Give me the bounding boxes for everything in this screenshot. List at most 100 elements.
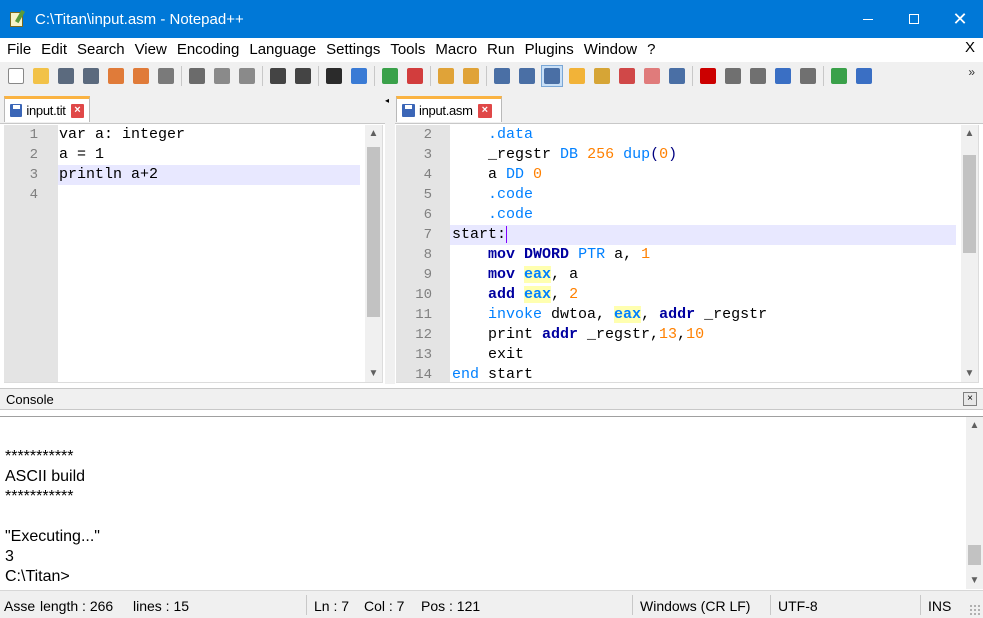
line-number: 8: [423, 247, 432, 263]
word-wrap-icon: [494, 68, 510, 84]
indent-guide-button[interactable]: [541, 65, 563, 87]
left-editor-scrollbar[interactable]: ▲ ▼: [365, 125, 382, 382]
show-all-characters-icon: [519, 68, 535, 84]
doc-map-button[interactable]: [566, 65, 588, 87]
new-file-button[interactable]: [5, 65, 27, 87]
code-token: a,: [605, 246, 642, 263]
sync-vertical-button[interactable]: [435, 65, 457, 87]
tab-close-icon[interactable]: ×: [477, 103, 492, 118]
scroll-thumb[interactable]: [968, 545, 981, 565]
close-icon: ✕: [952, 8, 968, 29]
menu-plugins[interactable]: Plugins: [520, 39, 579, 61]
save-macro-button[interactable]: [797, 65, 819, 87]
menu-tools[interactable]: Tools: [385, 39, 430, 61]
folder-workspace-button[interactable]: [641, 65, 663, 87]
run-button[interactable]: [828, 65, 850, 87]
run-macro-multiple-button[interactable]: [772, 65, 794, 87]
udl-button[interactable]: [616, 65, 638, 87]
plugin-icon: [856, 68, 872, 84]
code-line: exit: [452, 345, 524, 365]
code-line: end start: [452, 365, 533, 382]
record-macro-button[interactable]: [697, 65, 719, 87]
undo-button[interactable]: [267, 65, 289, 87]
menu-window[interactable]: Window: [579, 39, 642, 61]
menu-search[interactable]: Search: [72, 39, 130, 61]
close-document-button[interactable]: X: [965, 39, 975, 56]
view-splitter[interactable]: ◂: [385, 90, 395, 384]
print-button[interactable]: [155, 65, 177, 87]
line-number: 7: [423, 227, 432, 243]
code-token: 13: [659, 326, 678, 343]
zoom-out-button[interactable]: [404, 65, 426, 87]
scroll-down-icon[interactable]: ▼: [365, 365, 382, 382]
menu-run[interactable]: Run: [482, 39, 520, 61]
cut-button[interactable]: [186, 65, 208, 87]
scroll-thumb[interactable]: [963, 155, 976, 253]
monitoring-button[interactable]: [666, 65, 688, 87]
function-list-button[interactable]: [591, 65, 613, 87]
show-all-characters-button[interactable]: [516, 65, 538, 87]
record-macro-icon: [700, 68, 716, 84]
menu-language[interactable]: Language: [244, 39, 321, 61]
menu-view[interactable]: View: [130, 39, 172, 61]
save-button[interactable]: [55, 65, 77, 87]
scroll-down-icon[interactable]: ▼: [961, 365, 978, 382]
line-number: 9: [423, 267, 432, 283]
status-lines: lines : 15: [133, 598, 190, 614]
maximize-button[interactable]: [891, 0, 937, 38]
line-number: 14: [415, 367, 432, 383]
notepad-plus-plus-icon[interactable]: [9, 9, 27, 28]
cut-icon: [189, 68, 205, 84]
menu-settings[interactable]: Settings: [321, 39, 385, 61]
console-output[interactable]: ▲ ▼ *********** ASCII build *********** "Ex…: [0, 416, 983, 589]
toolbar-overflow-button[interactable]: »: [968, 65, 975, 79]
menu-file[interactable]: File: [2, 39, 36, 61]
console-scrollbar[interactable]: ▲ ▼: [966, 417, 983, 589]
scroll-thumb[interactable]: [367, 147, 380, 317]
menu-edit[interactable]: Edit: [36, 39, 72, 61]
close-icon: [108, 68, 124, 84]
right-editor-scrollbar[interactable]: ▲ ▼: [961, 125, 978, 382]
minimize-button[interactable]: [845, 0, 891, 38]
find-button[interactable]: [323, 65, 345, 87]
copy-button[interactable]: [211, 65, 233, 87]
code-line: println a+2: [59, 166, 159, 183]
console-close-icon[interactable]: ×: [963, 392, 977, 406]
zoom-in-button[interactable]: [379, 65, 401, 87]
paste-button[interactable]: [236, 65, 258, 87]
plugin-button[interactable]: [853, 65, 875, 87]
stop-macro-button[interactable]: [722, 65, 744, 87]
code-token: ,: [677, 326, 687, 343]
play-macro-button[interactable]: [747, 65, 769, 87]
save-all-button[interactable]: [80, 65, 102, 87]
close-all-button[interactable]: [130, 65, 152, 87]
close-window-button[interactable]: ✕: [937, 0, 983, 38]
code-token: dwtoa,: [542, 306, 615, 323]
open-file-icon: [33, 68, 49, 84]
scroll-down-icon[interactable]: ▼: [966, 572, 983, 589]
menu-encoding[interactable]: Encoding: [172, 39, 245, 61]
tab-input-asm[interactable]: input.asm ×: [396, 96, 502, 122]
left-editor[interactable]: ▲ ▼ 1 var a: integer 2 a = 1 3 println a+2 4: [4, 125, 383, 383]
replace-button[interactable]: [348, 65, 370, 87]
scroll-up-icon[interactable]: ▲: [961, 125, 978, 142]
scroll-up-icon[interactable]: ▲: [365, 125, 382, 142]
menu-macro[interactable]: Macro: [430, 39, 482, 61]
scroll-up-icon[interactable]: ▲: [966, 417, 983, 434]
right-editor[interactable]: ▲ ▼ 2 .data 3 _regstr DB 256 dup(0) 4 a DD…: [396, 125, 979, 383]
line-number: 11: [415, 307, 432, 323]
sync-horizontal-button[interactable]: [460, 65, 482, 87]
tab-close-icon[interactable]: ×: [70, 103, 84, 118]
redo-button[interactable]: [292, 65, 314, 87]
status-column: Col : 7: [364, 598, 405, 614]
code-token: ,: [641, 306, 660, 323]
word-wrap-button[interactable]: [491, 65, 513, 87]
code-token: 2: [569, 286, 579, 303]
close-button[interactable]: [105, 65, 127, 87]
menu-help[interactable]: ?: [642, 39, 660, 61]
code-token: invoke: [488, 306, 543, 323]
open-file-button[interactable]: [30, 65, 52, 87]
resize-grip-icon[interactable]: [969, 604, 981, 616]
tab-input-tit[interactable]: input.tit ×: [4, 96, 90, 122]
